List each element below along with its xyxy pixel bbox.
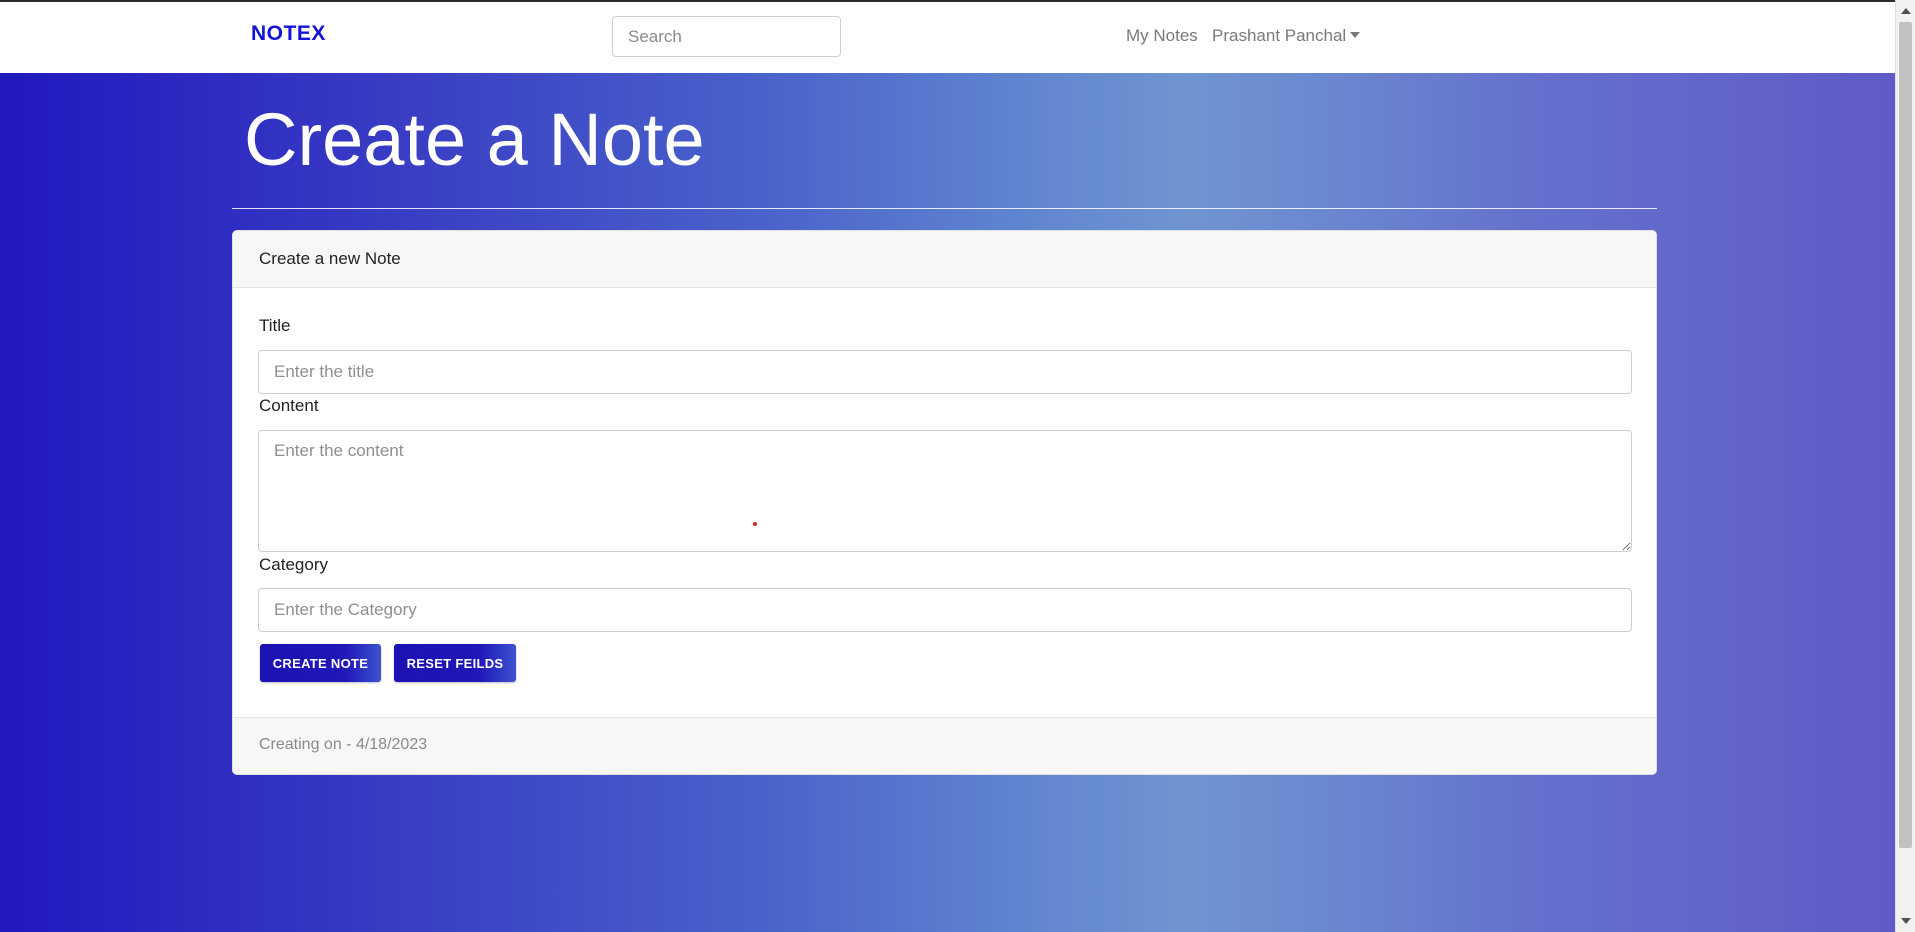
- title-divider: [232, 208, 1657, 209]
- brand-logo[interactable]: NOTEX: [251, 22, 326, 46]
- navbar: NOTEX My Notes Prashant Panchal: [0, 0, 1895, 73]
- title-input[interactable]: [258, 350, 1632, 394]
- reset-fields-button[interactable]: RESET FEILDS: [394, 644, 516, 682]
- content-label: Content: [259, 396, 319, 415]
- scroll-down-arrow-icon[interactable]: [1901, 918, 1911, 924]
- create-note-button[interactable]: CREATE NOTE: [260, 644, 381, 682]
- scroll-up-arrow-icon[interactable]: [1901, 8, 1911, 14]
- cursor-marker: [753, 522, 757, 526]
- vertical-scrollbar[interactable]: [1895, 0, 1915, 932]
- content-textarea[interactable]: [258, 430, 1632, 552]
- card-header: Create a new Note: [233, 231, 1656, 288]
- search-input[interactable]: [612, 16, 841, 57]
- card-header-title: Create a new Note: [259, 249, 401, 268]
- user-name: Prashant Panchal: [1212, 26, 1347, 45]
- scrollbar-thumb[interactable]: [1899, 22, 1912, 848]
- caret-down-icon: [1350, 31, 1361, 38]
- page-title: Create a Note: [244, 98, 705, 181]
- title-label: Title: [259, 316, 291, 335]
- page-viewport: NOTEX My Notes Prashant Panchal Create a…: [0, 0, 1895, 932]
- nav-my-notes-link[interactable]: My Notes: [1126, 26, 1198, 46]
- card-footer: Creating on - 4/18/2023: [233, 717, 1656, 774]
- user-dropdown-toggle[interactable]: Prashant Panchal: [1212, 26, 1361, 46]
- creation-date-text: Creating on - 4/18/2023: [259, 736, 428, 753]
- category-label: Category: [259, 555, 328, 574]
- create-note-card: Create a new Note Title Content Category…: [232, 230, 1657, 775]
- category-input[interactable]: [258, 588, 1632, 632]
